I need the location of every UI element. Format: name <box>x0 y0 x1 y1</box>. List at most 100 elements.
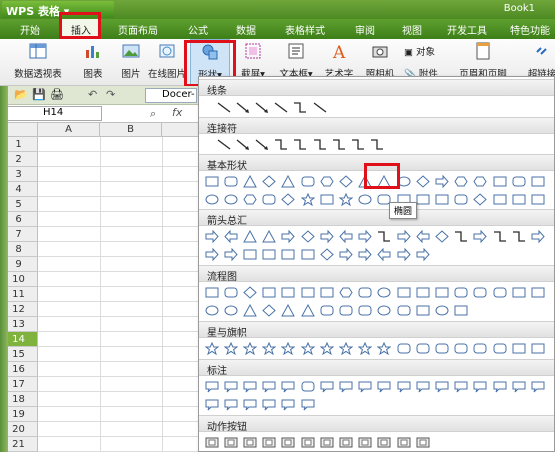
star-shape-icon[interactable] <box>357 340 374 356</box>
line-shape-icon[interactable] <box>215 136 232 152</box>
menu-review[interactable]: 审阅 <box>355 22 375 37</box>
tri-shape-icon[interactable] <box>241 228 258 244</box>
open-icon[interactable]: 📂 <box>14 88 28 101</box>
menu-developer[interactable]: 开发工具 <box>447 22 487 37</box>
larrow-shape-icon[interactable] <box>376 246 393 262</box>
column-header-c[interactable] <box>162 123 200 137</box>
rect-shape-icon[interactable] <box>299 284 316 300</box>
tri-shape-icon[interactable] <box>280 302 297 318</box>
ellipse-shape-icon[interactable] <box>376 284 393 300</box>
ellipse-shape-icon[interactable] <box>222 302 239 318</box>
hex-shape-icon[interactable] <box>241 191 258 207</box>
callout-shape-icon[interactable] <box>280 378 297 394</box>
round-shape-icon[interactable] <box>299 173 316 189</box>
dia-shape-icon[interactable] <box>337 173 354 189</box>
dia-shape-icon[interactable] <box>280 191 297 207</box>
btn-shape-icon[interactable] <box>318 434 335 450</box>
chart-button[interactable]: 图表 <box>78 39 108 86</box>
round-shape-icon[interactable] <box>357 284 374 300</box>
star-shape-icon[interactable] <box>376 340 393 356</box>
rarrow-shape-icon[interactable] <box>395 228 412 244</box>
rect-shape-icon[interactable] <box>510 191 527 207</box>
round-shape-icon[interactable] <box>357 302 374 318</box>
round-shape-icon[interactable] <box>222 284 239 300</box>
ellipse-shape-icon[interactable] <box>357 191 374 207</box>
round-shape-icon[interactable] <box>261 191 278 207</box>
btn-shape-icon[interactable] <box>261 434 278 450</box>
rect-shape-icon[interactable] <box>395 284 412 300</box>
star-shape-icon[interactable] <box>261 340 278 356</box>
dia-shape-icon[interactable] <box>261 302 278 318</box>
round-shape-icon[interactable] <box>453 284 470 300</box>
line-shape-icon[interactable] <box>273 99 290 115</box>
star-shape-icon[interactable] <box>203 340 220 356</box>
star-shape-icon[interactable] <box>280 340 297 356</box>
arrow-shape-icon[interactable] <box>234 99 251 115</box>
callout-shape-icon[interactable] <box>241 396 258 412</box>
dia-shape-icon[interactable] <box>433 228 450 244</box>
rect-shape-icon[interactable] <box>261 284 278 300</box>
callout-shape-icon[interactable] <box>203 396 220 412</box>
rect-shape-icon[interactable] <box>510 284 527 300</box>
larrow-shape-icon[interactable] <box>222 228 239 244</box>
btn-shape-icon[interactable] <box>414 434 431 450</box>
rect-shape-icon[interactable] <box>414 302 431 318</box>
dia-shape-icon[interactable] <box>318 246 335 262</box>
spreadsheet-grid[interactable]: A B 1 2 3 4 5 6 7 8 9 10 11 12 13 14 15 16 17 18 19 20 21 <box>0 123 200 452</box>
menu-page-layout[interactable]: 页面布局 <box>118 22 158 37</box>
menu-table-style[interactable]: 表格样式 <box>285 22 325 37</box>
rarrow-shape-icon[interactable] <box>472 228 489 244</box>
rect-shape-icon[interactable] <box>280 284 297 300</box>
arrow-shape-icon[interactable] <box>253 99 270 115</box>
elbow-shape-icon[interactable] <box>453 228 470 244</box>
rect-shape-icon[interactable] <box>491 173 508 189</box>
menu-view[interactable]: 视图 <box>402 22 422 37</box>
rect-shape-icon[interactable] <box>280 246 297 262</box>
callout-shape-icon[interactable] <box>337 378 354 394</box>
menu-insert[interactable]: 插入 <box>62 19 100 39</box>
line-shape-icon[interactable] <box>311 99 328 115</box>
arrow-shape-icon[interactable] <box>253 136 270 152</box>
rarrow-shape-icon[interactable] <box>357 246 374 262</box>
ellipse-shape-icon[interactable] <box>222 191 239 207</box>
btn-shape-icon[interactable] <box>357 434 374 450</box>
round-shape-icon[interactable] <box>472 340 489 356</box>
round-shape-icon[interactable] <box>472 284 489 300</box>
callout-shape-icon[interactable] <box>529 378 546 394</box>
line-shape-icon[interactable] <box>215 99 232 115</box>
rarrow-shape-icon[interactable] <box>414 246 431 262</box>
menu-data[interactable]: 数据 <box>236 22 256 37</box>
rect-shape-icon[interactable] <box>529 191 546 207</box>
rect-shape-icon[interactable] <box>529 340 546 356</box>
app-menu-button[interactable]: WPS 表格 ▾ <box>2 1 114 18</box>
callout-shape-icon[interactable] <box>222 396 239 412</box>
rarrow-shape-icon[interactable] <box>337 246 354 262</box>
round-shape-icon[interactable] <box>453 340 470 356</box>
dia-shape-icon[interactable] <box>299 228 316 244</box>
ellipse-shape-icon[interactable] <box>376 302 393 318</box>
elbow-shape-icon[interactable] <box>510 228 527 244</box>
rect-shape-icon[interactable] <box>299 246 316 262</box>
elbow-shape-icon[interactable] <box>330 136 347 152</box>
picture-button[interactable]: 图片 <box>117 39 145 86</box>
btn-shape-icon[interactable] <box>299 434 316 450</box>
round-shape-icon[interactable] <box>433 340 450 356</box>
btn-shape-icon[interactable] <box>222 434 239 450</box>
rarrow-shape-icon[interactable] <box>280 228 297 244</box>
undo-icon[interactable]: ↶ <box>88 88 97 101</box>
rarrow-shape-icon[interactable] <box>222 246 239 262</box>
rect-shape-icon[interactable] <box>203 284 220 300</box>
btn-shape-icon[interactable] <box>395 434 412 450</box>
btn-shape-icon[interactable] <box>376 434 393 450</box>
round-shape-icon[interactable] <box>510 173 527 189</box>
save-icon[interactable]: 💾 <box>32 88 46 101</box>
menu-formula[interactable]: 公式 <box>188 22 208 37</box>
round-shape-icon[interactable] <box>491 284 508 300</box>
dia-shape-icon[interactable] <box>414 173 431 189</box>
redo-icon[interactable]: ↷ <box>106 88 115 101</box>
ellipse-shape-icon[interactable] <box>433 302 450 318</box>
rarrow-shape-icon[interactable] <box>433 173 450 189</box>
rect-shape-icon[interactable] <box>318 191 335 207</box>
round-shape-icon[interactable] <box>453 191 470 207</box>
star-shape-icon[interactable] <box>337 340 354 356</box>
